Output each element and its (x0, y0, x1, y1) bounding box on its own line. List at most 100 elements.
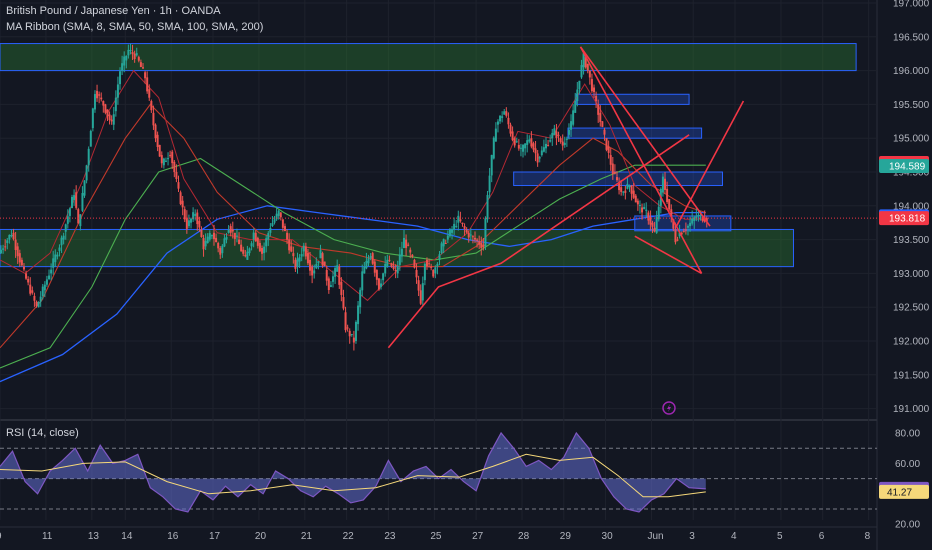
candle-body (119, 71, 122, 85)
candle-body (661, 176, 664, 193)
candle-body (359, 289, 362, 308)
candle-body (496, 121, 499, 125)
candle-body (158, 144, 161, 157)
candle-body (638, 204, 641, 206)
candle-body (43, 284, 46, 291)
candle-body (302, 245, 305, 252)
candle-body (123, 56, 126, 66)
candle-body (490, 154, 493, 176)
candle-body (246, 251, 249, 260)
candle-body (361, 271, 364, 291)
candle-body (221, 245, 224, 254)
chart-canvas[interactable]: 197.000 196.500 196.000 195.500 195.000 194.5… (0, 0, 932, 550)
time-tick-label: 23 (384, 531, 396, 542)
candle-body (114, 97, 117, 112)
candle-body (66, 216, 69, 224)
candle-body (231, 229, 234, 232)
candle-body (624, 190, 627, 193)
candle-body (453, 223, 456, 230)
candle-body (641, 207, 644, 213)
candle-body (405, 239, 408, 248)
price-tick-label: 196.500 (893, 32, 930, 43)
candle-body (62, 235, 65, 240)
candle-body (492, 137, 495, 159)
candle-body (198, 221, 201, 228)
candle-body (511, 131, 514, 141)
candle-body (317, 261, 320, 264)
candle-body (542, 147, 545, 152)
candle-body (465, 229, 468, 233)
candle-body (300, 254, 303, 257)
candle-body (73, 195, 76, 201)
candle-body (68, 208, 71, 216)
zone-box-3 (567, 127, 703, 139)
candle-body (160, 155, 163, 164)
candle-body (384, 263, 387, 274)
candle-body (281, 219, 284, 228)
candle-body (478, 241, 481, 245)
candle-body (607, 146, 610, 153)
candle-body (563, 142, 566, 145)
candle-body (204, 240, 207, 247)
alert-icon[interactable] (662, 401, 676, 415)
candle-body (407, 244, 410, 246)
candle-body (81, 192, 84, 211)
candle-body (25, 273, 28, 279)
candle-body (6, 240, 9, 243)
candle-body (455, 225, 458, 227)
candle (89, 129, 92, 147)
candle-body (501, 116, 504, 118)
candle-body (18, 253, 21, 263)
candle-body (415, 270, 418, 278)
candle-body (689, 222, 692, 227)
candle-body (555, 131, 558, 139)
rsi-tick-label: 60.00 (895, 459, 920, 470)
candle-body (181, 200, 184, 208)
candle-body (129, 49, 132, 51)
price-tick-label: 191.500 (893, 370, 930, 381)
candle (321, 251, 324, 268)
candle-body (77, 209, 80, 224)
candle-body (380, 283, 383, 287)
candle-body (686, 225, 689, 228)
candle-body (58, 247, 61, 251)
time-tick-label: 16 (167, 531, 179, 542)
candle-body (444, 242, 447, 244)
candle-body (183, 209, 186, 220)
candle-body (499, 115, 502, 122)
candle-body (208, 233, 211, 240)
candle-body (125, 55, 128, 61)
candle-body (106, 109, 109, 117)
candle-body (173, 161, 176, 173)
candle-body (244, 254, 247, 257)
rsi-tick-label: 20.00 (895, 520, 920, 531)
candle-body (482, 244, 485, 248)
time-tick-label: 20 (255, 531, 267, 542)
candle-body (294, 259, 297, 269)
candle-body (196, 212, 199, 225)
candle-body (269, 228, 272, 233)
candle-body (83, 180, 86, 196)
time-tick-label: 13 (88, 531, 100, 542)
time-tick-label: 22 (343, 531, 355, 542)
candle-body (403, 237, 406, 249)
candle-body (116, 84, 119, 98)
candle-body (682, 231, 685, 233)
candle-body (225, 236, 228, 240)
candle-body (626, 183, 629, 189)
candle-body (668, 199, 671, 210)
candle-body (338, 266, 341, 285)
candle-body (526, 140, 529, 145)
candle-body (148, 89, 151, 98)
candle-body (256, 237, 259, 246)
candle-body (177, 182, 180, 189)
candle-body (601, 121, 604, 127)
candle-body (332, 276, 335, 282)
candle-body (202, 237, 205, 250)
candle-body (252, 232, 255, 240)
candle-body (519, 147, 522, 149)
candle-body (39, 296, 42, 302)
candle-body (409, 249, 412, 253)
candle-body (636, 200, 639, 205)
candle-body (319, 250, 322, 259)
